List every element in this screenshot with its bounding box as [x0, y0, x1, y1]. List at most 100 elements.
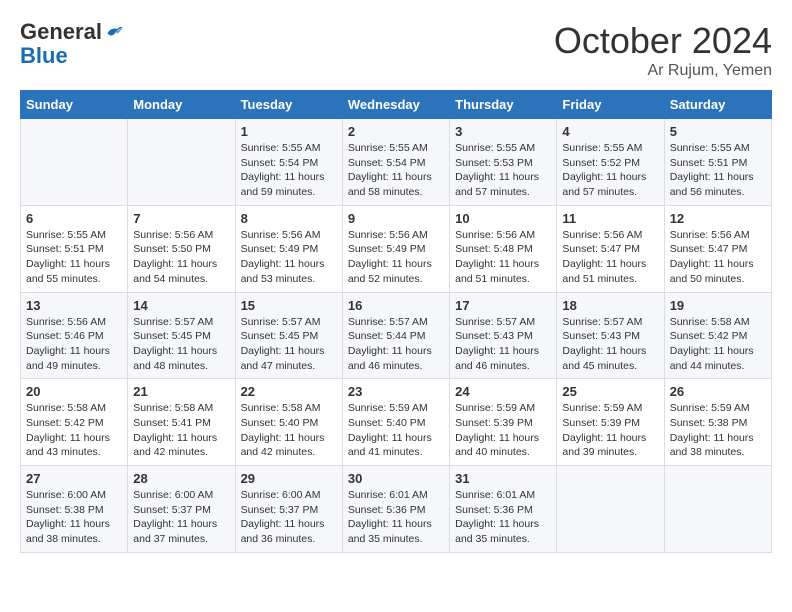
day-info: Sunrise: 5:55 AMSunset: 5:51 PMDaylight:… [670, 141, 766, 200]
col-header-monday: Monday [128, 91, 235, 119]
calendar-cell: 30 Sunrise: 6:01 AMSunset: 5:36 PMDayligh… [342, 466, 449, 553]
col-header-saturday: Saturday [664, 91, 771, 119]
day-number: 30 [348, 471, 444, 486]
day-number: 23 [348, 384, 444, 399]
calendar-header-row: SundayMondayTuesdayWednesdayThursdayFrid… [21, 91, 772, 119]
day-number: 14 [133, 298, 229, 313]
day-number: 3 [455, 124, 551, 139]
day-info: Sunrise: 5:59 AMSunset: 5:40 PMDaylight:… [348, 401, 444, 460]
calendar-cell: 28 Sunrise: 6:00 AMSunset: 5:37 PMDayligh… [128, 466, 235, 553]
day-info: Sunrise: 5:56 AMSunset: 5:49 PMDaylight:… [348, 228, 444, 287]
day-info: Sunrise: 5:56 AMSunset: 5:49 PMDaylight:… [241, 228, 337, 287]
day-number: 9 [348, 211, 444, 226]
day-info: Sunrise: 5:59 AMSunset: 5:39 PMDaylight:… [562, 401, 658, 460]
logo-blue-text: Blue [20, 43, 68, 68]
day-number: 17 [455, 298, 551, 313]
day-number: 27 [26, 471, 122, 486]
calendar-cell: 12 Sunrise: 5:56 AMSunset: 5:47 PMDayligh… [664, 205, 771, 292]
day-info: Sunrise: 5:56 AMSunset: 5:50 PMDaylight:… [133, 228, 229, 287]
calendar-cell [21, 119, 128, 206]
day-info: Sunrise: 5:58 AMSunset: 5:42 PMDaylight:… [26, 401, 122, 460]
calendar-cell: 15Sunrise: 5:57 AMSunset: 5:45 PMDayligh… [235, 292, 342, 379]
day-number: 8 [241, 211, 337, 226]
calendar-table: SundayMondayTuesdayWednesdayThursdayFrid… [20, 90, 772, 553]
day-info: Sunrise: 6:01 AMSunset: 5:36 PMDaylight:… [348, 488, 444, 547]
day-number: 15 [241, 298, 337, 313]
day-number: 31 [455, 471, 551, 486]
calendar-week-3: 20 Sunrise: 5:58 AMSunset: 5:42 PMDayligh… [21, 379, 772, 466]
day-number: 25 [562, 384, 658, 399]
location-text: Ar Rujum, Yemen [554, 62, 772, 80]
day-info: Sunrise: 6:00 AMSunset: 5:38 PMDaylight:… [26, 488, 122, 547]
calendar-cell: 17 Sunrise: 5:57 AMSunset: 5:43 PMDayligh… [450, 292, 557, 379]
calendar-cell: 6 Sunrise: 5:55 AMSunset: 5:51 PMDaylight… [21, 205, 128, 292]
calendar-cell: 29Sunrise: 6:00 AMSunset: 5:37 PMDayligh… [235, 466, 342, 553]
calendar-cell: 9 Sunrise: 5:56 AMSunset: 5:49 PMDaylight… [342, 205, 449, 292]
day-info: Sunrise: 5:55 AMSunset: 5:54 PMDaylight:… [348, 141, 444, 200]
calendar-cell: 13Sunrise: 5:56 AMSunset: 5:46 PMDayligh… [21, 292, 128, 379]
day-info: Sunrise: 6:01 AMSunset: 5:36 PMDaylight:… [455, 488, 551, 547]
logo-bird-icon [104, 22, 124, 42]
calendar-cell: 3Sunrise: 5:55 AMSunset: 5:53 PMDaylight… [450, 119, 557, 206]
day-number: 26 [670, 384, 766, 399]
day-info: Sunrise: 5:57 AMSunset: 5:44 PMDaylight:… [348, 315, 444, 374]
calendar-cell: 4 Sunrise: 5:55 AMSunset: 5:52 PMDaylight… [557, 119, 664, 206]
day-number: 7 [133, 211, 229, 226]
calendar-cell: 7 Sunrise: 5:56 AMSunset: 5:50 PMDaylight… [128, 205, 235, 292]
calendar-cell: 31 Sunrise: 6:01 AMSunset: 5:36 PMDayligh… [450, 466, 557, 553]
day-info: Sunrise: 5:57 AMSunset: 5:43 PMDaylight:… [455, 315, 551, 374]
calendar-cell: 24Sunrise: 5:59 AMSunset: 5:39 PMDayligh… [450, 379, 557, 466]
day-number: 1 [241, 124, 337, 139]
day-info: Sunrise: 5:58 AMSunset: 5:42 PMDaylight:… [670, 315, 766, 374]
col-header-sunday: Sunday [21, 91, 128, 119]
calendar-cell: 27 Sunrise: 6:00 AMSunset: 5:38 PMDayligh… [21, 466, 128, 553]
calendar-cell [557, 466, 664, 553]
col-header-tuesday: Tuesday [235, 91, 342, 119]
day-info: Sunrise: 5:55 AMSunset: 5:54 PMDaylight:… [241, 141, 337, 200]
day-number: 12 [670, 211, 766, 226]
calendar-week-4: 27 Sunrise: 6:00 AMSunset: 5:38 PMDayligh… [21, 466, 772, 553]
calendar-cell: 1 Sunrise: 5:55 AMSunset: 5:54 PMDaylight… [235, 119, 342, 206]
day-number: 5 [670, 124, 766, 139]
day-number: 19 [670, 298, 766, 313]
day-info: Sunrise: 5:58 AMSunset: 5:41 PMDaylight:… [133, 401, 229, 460]
day-info: Sunrise: 6:00 AMSunset: 5:37 PMDaylight:… [133, 488, 229, 547]
calendar-cell: 23 Sunrise: 5:59 AMSunset: 5:40 PMDayligh… [342, 379, 449, 466]
calendar-cell: 5 Sunrise: 5:55 AMSunset: 5:51 PMDaylight… [664, 119, 771, 206]
calendar-cell: 14 Sunrise: 5:57 AMSunset: 5:45 PMDayligh… [128, 292, 235, 379]
day-number: 6 [26, 211, 122, 226]
calendar-cell [664, 466, 771, 553]
day-info: Sunrise: 5:59 AMSunset: 5:38 PMDaylight:… [670, 401, 766, 460]
calendar-cell: 25 Sunrise: 5:59 AMSunset: 5:39 PMDayligh… [557, 379, 664, 466]
calendar-cell: 20 Sunrise: 5:58 AMSunset: 5:42 PMDayligh… [21, 379, 128, 466]
day-number: 18 [562, 298, 658, 313]
day-info: Sunrise: 5:56 AMSunset: 5:48 PMDaylight:… [455, 228, 551, 287]
day-info: Sunrise: 5:55 AMSunset: 5:51 PMDaylight:… [26, 228, 122, 287]
page-header: General Blue October 2024 Ar Rujum, Yeme… [20, 20, 772, 80]
day-number: 24 [455, 384, 551, 399]
title-block: October 2024 Ar Rujum, Yemen [554, 20, 772, 80]
month-title: October 2024 [554, 20, 772, 62]
calendar-cell: 2 Sunrise: 5:55 AMSunset: 5:54 PMDaylight… [342, 119, 449, 206]
calendar-cell: 26 Sunrise: 5:59 AMSunset: 5:38 PMDayligh… [664, 379, 771, 466]
day-number: 2 [348, 124, 444, 139]
day-number: 4 [562, 124, 658, 139]
col-header-wednesday: Wednesday [342, 91, 449, 119]
day-number: 21 [133, 384, 229, 399]
calendar-cell: 11Sunrise: 5:56 AMSunset: 5:47 PMDayligh… [557, 205, 664, 292]
logo-general-text: General [20, 20, 102, 44]
day-number: 28 [133, 471, 229, 486]
day-info: Sunrise: 5:56 AMSunset: 5:47 PMDaylight:… [670, 228, 766, 287]
day-number: 13 [26, 298, 122, 313]
day-number: 22 [241, 384, 337, 399]
col-header-thursday: Thursday [450, 91, 557, 119]
day-number: 20 [26, 384, 122, 399]
calendar-cell: 8 Sunrise: 5:56 AMSunset: 5:49 PMDaylight… [235, 205, 342, 292]
day-info: Sunrise: 5:58 AMSunset: 5:40 PMDaylight:… [241, 401, 337, 460]
calendar-cell: 18Sunrise: 5:57 AMSunset: 5:43 PMDayligh… [557, 292, 664, 379]
day-number: 11 [562, 211, 658, 226]
calendar-cell: 10Sunrise: 5:56 AMSunset: 5:48 PMDayligh… [450, 205, 557, 292]
calendar-cell: 22 Sunrise: 5:58 AMSunset: 5:40 PMDayligh… [235, 379, 342, 466]
day-info: Sunrise: 5:55 AMSunset: 5:52 PMDaylight:… [562, 141, 658, 200]
day-info: Sunrise: 5:57 AMSunset: 5:45 PMDaylight:… [133, 315, 229, 374]
